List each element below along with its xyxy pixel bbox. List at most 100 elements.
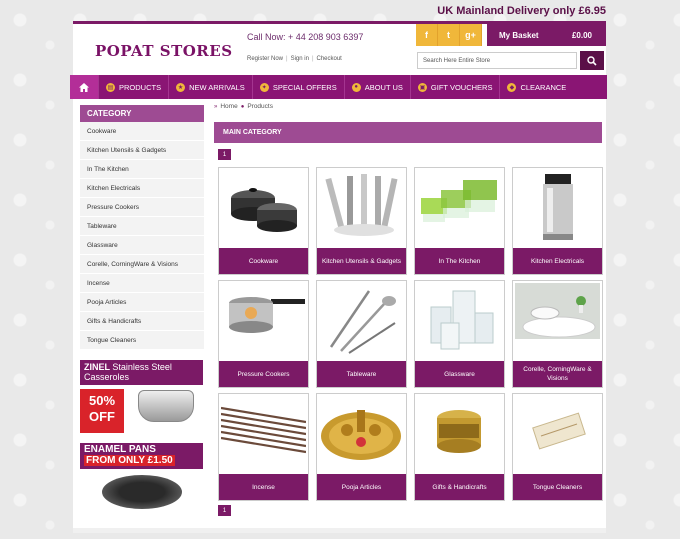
footer-strip bbox=[73, 528, 606, 533]
promo-banner-enamel-pans[interactable]: ENAMEL PANS FROM ONLY £1.50 bbox=[80, 443, 203, 516]
separator: | bbox=[311, 56, 314, 62]
nav-home[interactable] bbox=[70, 75, 99, 99]
product-label: Tableware bbox=[317, 361, 406, 387]
sidebar-item-gifts[interactable]: Gifts & Handicrafts bbox=[80, 312, 204, 331]
site-logo[interactable]: POPAT STORES bbox=[95, 42, 233, 60]
social-links: f t g+ bbox=[416, 24, 482, 46]
product-card-kitchen-utensils[interactable]: Kitchen Utensils & Gadgets bbox=[316, 167, 407, 275]
product-card-corelle[interactable]: Corelle, CorningWare & Visions bbox=[512, 280, 603, 388]
register-link[interactable]: Register Now bbox=[247, 56, 283, 62]
product-label: Gifts & Handicrafts bbox=[415, 474, 504, 500]
category-heading: CATEGORY bbox=[80, 105, 204, 122]
product-image-pooja-articles bbox=[319, 396, 404, 474]
product-image-tableware bbox=[319, 283, 404, 361]
search-input[interactable]: Search Here Entire Store bbox=[417, 52, 577, 69]
nav-label: NEW ARRIVALS bbox=[189, 82, 245, 92]
signin-link[interactable]: Sign in bbox=[291, 56, 309, 62]
nav-label: SPECIAL OFFERS bbox=[272, 82, 337, 92]
promo-subtitle: Casseroles bbox=[84, 372, 130, 382]
product-image-tongue-cleaners bbox=[515, 396, 600, 474]
home-icon bbox=[79, 82, 89, 92]
product-label: Pressure Cookers bbox=[219, 361, 308, 387]
sidebar-item-pooja-articles[interactable]: Pooja Articles bbox=[80, 293, 204, 312]
product-label: Kitchen Utensils & Gadgets bbox=[317, 248, 406, 274]
nav-about-us[interactable]: ● ABOUT US bbox=[345, 75, 411, 99]
product-image-gifts bbox=[417, 396, 502, 474]
nav-label: CLEARANCE bbox=[520, 82, 567, 92]
promo-line1: ENAMEL PANS bbox=[84, 444, 156, 455]
breadcrumb-current: Products bbox=[247, 103, 273, 110]
product-label: Incense bbox=[219, 474, 308, 500]
product-card-in-the-kitchen[interactable]: In The Kitchen bbox=[414, 167, 505, 275]
discount-badge: 50% OFF bbox=[80, 389, 124, 433]
basket-button[interactable]: My Basket £0.00 bbox=[487, 24, 606, 46]
product-label: In The Kitchen bbox=[415, 248, 504, 274]
sidebar-item-kitchen-utensils[interactable]: Kitchen Utensils & Gadgets bbox=[80, 141, 204, 160]
nav-clearance[interactable]: ◆ CLEARANCE bbox=[500, 75, 573, 99]
sidebar-item-pressure-cookers[interactable]: Pressure Cookers bbox=[80, 198, 204, 217]
product-card-pooja-articles[interactable]: Pooja Articles bbox=[316, 393, 407, 501]
product-image-cookware bbox=[221, 170, 306, 248]
sidebar-item-glassware[interactable]: Glassware bbox=[80, 236, 204, 255]
twitter-icon[interactable]: t bbox=[438, 24, 460, 46]
promo-title: Stainless Steel bbox=[112, 362, 172, 372]
product-card-cookware[interactable]: Cookware bbox=[218, 167, 309, 275]
nav-gift-vouchers[interactable]: ▣ GIFT VOUCHERS bbox=[411, 75, 501, 99]
promo-line2: FROM ONLY £1.50 bbox=[84, 455, 175, 466]
sidebar: CATEGORY Cookware Kitchen Utensils & Gad… bbox=[80, 105, 204, 516]
breadcrumb-bullet: ● bbox=[240, 103, 245, 110]
products-icon: ▤ bbox=[106, 82, 115, 92]
sidebar-item-tableware[interactable]: Tableware bbox=[80, 217, 204, 236]
product-card-tongue-cleaners[interactable]: Tongue Cleaners bbox=[512, 393, 603, 501]
product-label: Glassware bbox=[415, 361, 504, 387]
pagination-page-1-top[interactable]: 1 bbox=[218, 149, 231, 160]
sidebar-item-cookware[interactable]: Cookware bbox=[80, 122, 204, 141]
tag-icon: ◆ bbox=[507, 82, 517, 92]
product-grid: Cookware Kitchen Utensils & Gadgets In T… bbox=[218, 167, 604, 501]
sidebar-item-incense[interactable]: Incense bbox=[80, 274, 204, 293]
pagination-page-1-bottom[interactable]: 1 bbox=[218, 505, 231, 516]
product-image-pressure-cookers bbox=[221, 283, 306, 361]
product-card-pressure-cookers[interactable]: Pressure Cookers bbox=[218, 280, 309, 388]
special-offers-icon: ✦ bbox=[259, 82, 269, 92]
breadcrumb: » Home ● Products bbox=[214, 103, 273, 110]
nav-special-offers[interactable]: ✦ SPECIAL OFFERS bbox=[253, 75, 345, 99]
sidebar-item-in-the-kitchen[interactable]: In The Kitchen bbox=[80, 160, 204, 179]
nav-label: ABOUT US bbox=[364, 82, 403, 92]
product-image-corelle bbox=[515, 283, 600, 361]
product-image-glassware bbox=[417, 283, 502, 361]
sidebar-item-kitchen-electricals[interactable]: Kitchen Electricals bbox=[80, 179, 204, 198]
basket-label: My Basket bbox=[499, 30, 539, 40]
nav-label: PRODUCTS bbox=[119, 82, 162, 92]
product-image-kitchen-utensils bbox=[319, 170, 404, 248]
top-links: Register Now | Sign in | Checkout bbox=[247, 56, 342, 62]
promo-strip: ZINEL Stainless Steel Casseroles bbox=[80, 360, 203, 385]
product-image-in-the-kitchen bbox=[417, 170, 502, 248]
breadcrumb-home[interactable]: Home bbox=[220, 103, 237, 110]
promo-banner-casseroles[interactable]: ZINEL Stainless Steel Casseroles 50% OFF bbox=[80, 360, 203, 436]
product-card-glassware[interactable]: Glassware bbox=[414, 280, 505, 388]
gift-icon: ▣ bbox=[417, 82, 427, 92]
product-card-gifts[interactable]: Gifts & Handicrafts bbox=[414, 393, 505, 501]
facebook-icon[interactable]: f bbox=[416, 24, 438, 46]
breadcrumb-bullet: » bbox=[214, 103, 218, 110]
product-card-incense[interactable]: Incense bbox=[218, 393, 309, 501]
product-label: Cookware bbox=[219, 248, 308, 274]
product-label: Kitchen Electricals bbox=[513, 248, 602, 274]
product-card-kitchen-electricals[interactable]: Kitchen Electricals bbox=[512, 167, 603, 275]
nav-products[interactable]: ▤ PRODUCTS bbox=[99, 75, 170, 99]
sidebar-item-corelle[interactable]: Corelle, CorningWare & Visions bbox=[80, 255, 204, 274]
nav-new-arrivals[interactable]: ★ NEW ARRIVALS bbox=[169, 75, 253, 99]
google-plus-icon[interactable]: g+ bbox=[460, 24, 482, 46]
promo-brand: ZINEL bbox=[84, 362, 110, 372]
nav-label: GIFT VOUCHERS bbox=[430, 82, 493, 92]
new-arrivals-icon: ★ bbox=[176, 82, 186, 92]
product-image-kitchen-electricals bbox=[515, 170, 600, 248]
main-category-heading: MAIN CATEGORY bbox=[214, 122, 602, 143]
search-button[interactable] bbox=[580, 51, 604, 70]
main-nav: ▤ PRODUCTS ★ NEW ARRIVALS ✦ SPECIAL OFFE… bbox=[70, 75, 607, 99]
sidebar-item-tongue-cleaners[interactable]: Tongue Cleaners bbox=[80, 331, 204, 350]
checkout-link[interactable]: Checkout bbox=[317, 56, 342, 62]
promo-strip: ENAMEL PANS FROM ONLY £1.50 bbox=[80, 443, 203, 469]
product-card-tableware[interactable]: Tableware bbox=[316, 280, 407, 388]
